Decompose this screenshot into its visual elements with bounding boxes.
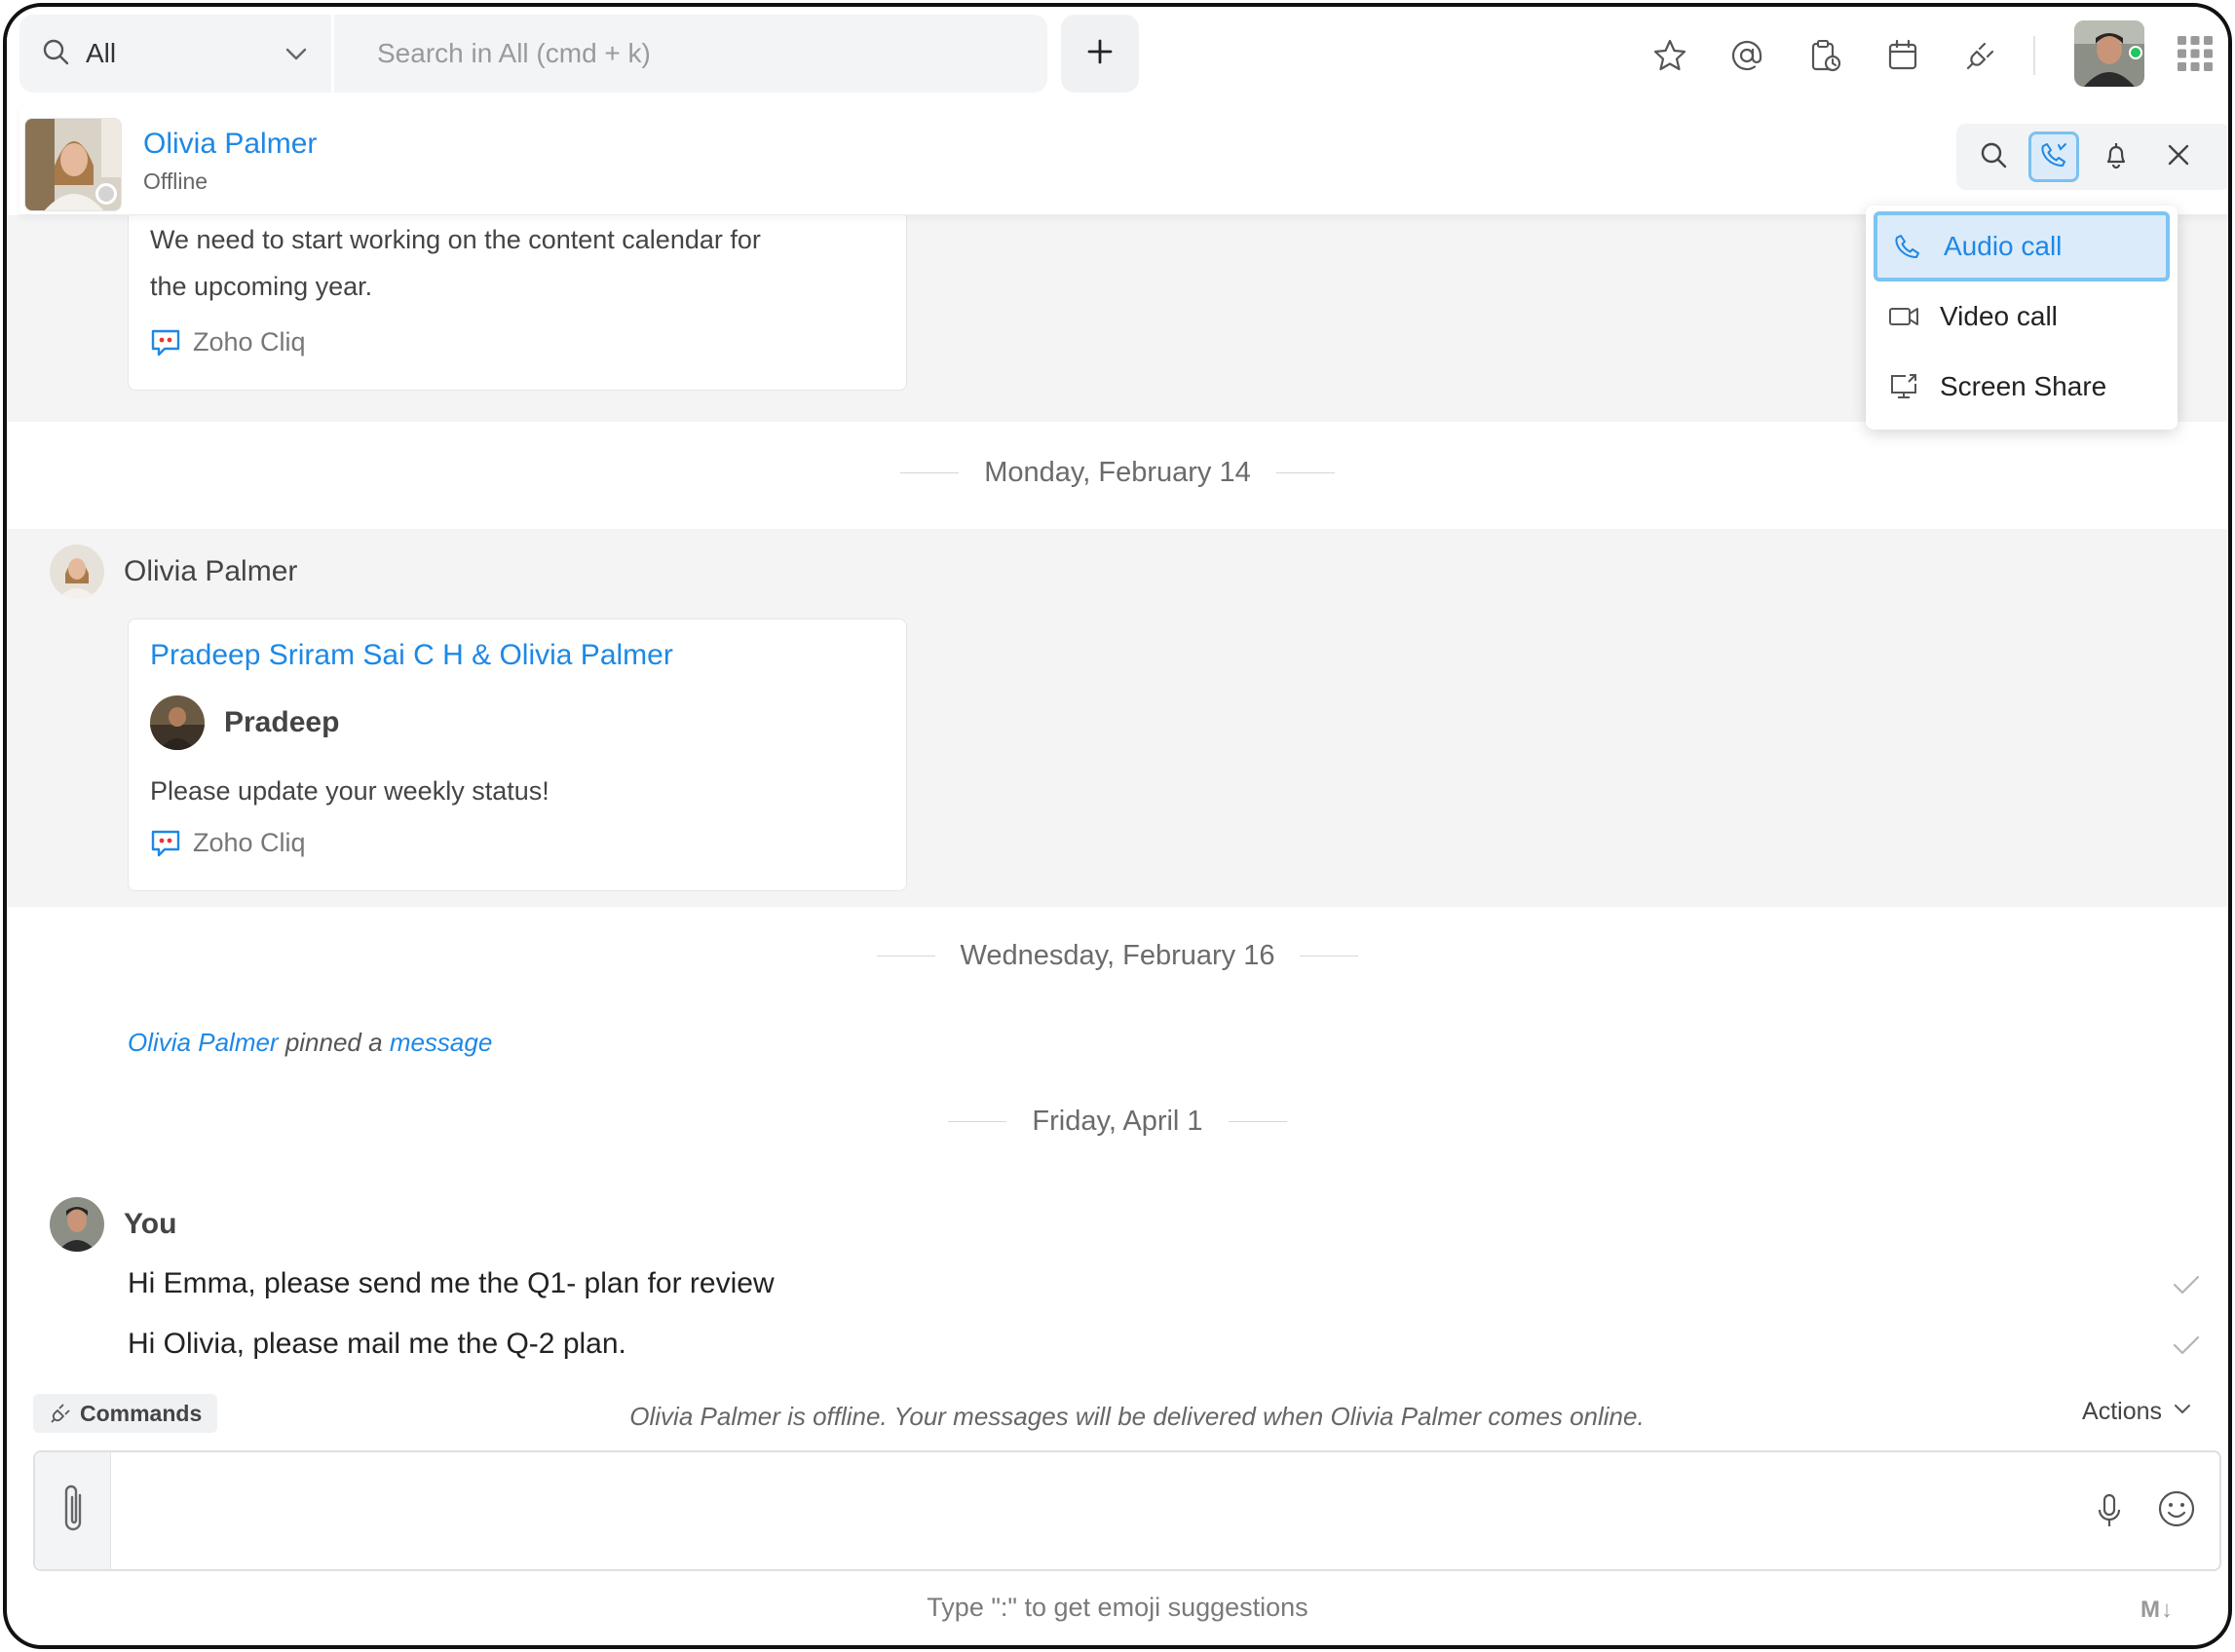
emoji-icon[interactable] [2155, 1487, 2198, 1535]
date-divider: Friday, April 1 [7, 1106, 2228, 1138]
menu-item-label: Video call [1940, 301, 2058, 331]
offline-notice: Olivia Palmer is offline. Your messages … [629, 1402, 1645, 1431]
sender-name[interactable]: Olivia Palmer [124, 555, 297, 588]
menu-item-label: Screen Share [1940, 371, 2107, 401]
chat-header-toolbar [1956, 124, 2228, 190]
zoho-cliq-logo-icon [150, 328, 181, 357]
phone-icon [1891, 230, 1924, 263]
menu-item-video-call[interactable]: Video call [1874, 282, 2170, 352]
sender-avatar [150, 695, 205, 750]
bell-icon [2102, 140, 2131, 174]
search-input[interactable] [377, 38, 962, 69]
card-inner-sender: Pradeep [150, 695, 339, 750]
new-item-button[interactable] [1061, 15, 1139, 93]
call-button[interactable] [2028, 131, 2079, 182]
paperclip-icon [57, 1482, 90, 1541]
message-source: Zoho Cliq [150, 828, 306, 858]
phone-icon [2039, 140, 2068, 174]
date-label: Wednesday, February 16 [960, 940, 1275, 971]
microphone-icon[interactable] [2093, 1491, 2126, 1535]
offline-presence-dot [95, 183, 117, 205]
delivered-check-icon [2172, 1273, 2201, 1301]
app-window: All Search in All (cmd + k) Olivia Palme… [3, 3, 2232, 1649]
delivered-check-icon [2172, 1333, 2201, 1362]
card-text-line: the upcoming year. [150, 272, 373, 301]
star-icon[interactable] [1650, 36, 1689, 75]
card-title-link[interactable]: Pradeep Sriram Sai C H & Olivia Palmer [150, 639, 673, 672]
date-divider: Monday, February 14 [7, 457, 2228, 489]
close-icon [2165, 141, 2192, 173]
chevron-down-icon [283, 40, 310, 72]
menu-item-screen-share[interactable]: Screen Share [1874, 352, 2170, 422]
integrations-plug-icon[interactable] [1961, 36, 2000, 75]
pin-actor-link[interactable]: Olivia Palmer [128, 1028, 279, 1057]
chat-header: Olivia Palmer Offline [19, 108, 2228, 215]
screen-share-icon [1887, 370, 1920, 403]
date-label: Friday, April 1 [1032, 1106, 1203, 1137]
emoji-hint: Type ":" to get emoji suggestions [927, 1593, 1308, 1622]
zoho-cliq-logo-icon [150, 829, 181, 858]
video-icon [1887, 300, 1920, 333]
menu-item-label: Audio call [1944, 231, 2063, 261]
call-options-menu: Audio call Video call Screen Share [1866, 206, 2178, 430]
plus-icon [1085, 37, 1115, 71]
search-icon [1979, 140, 2008, 174]
sender-avatar[interactable] [50, 544, 104, 599]
contact-avatar[interactable] [24, 118, 122, 211]
sender-name: Pradeep [224, 706, 340, 738]
message-text[interactable]: Hi Olivia, please mail me the Q-2 plan. [128, 1328, 626, 1361]
card-text-line: Please update your weekly status! [150, 776, 549, 806]
date-divider: Wednesday, February 16 [7, 940, 2228, 972]
message-sender: Olivia Palmer [50, 544, 297, 599]
forwarded-message-card[interactable]: We need to start working on the content … [128, 196, 907, 391]
message-source-label: Zoho Cliq [193, 327, 306, 357]
message-sender: You [50, 1197, 176, 1252]
close-chat-button[interactable] [2153, 131, 2204, 182]
contact-name[interactable]: Olivia Palmer [143, 128, 317, 161]
at-mention-icon[interactable] [1727, 36, 1766, 75]
message-source-label: Zoho Cliq [193, 828, 306, 857]
search-scope-label: All [86, 38, 117, 68]
menu-item-audio-call[interactable]: Audio call [1874, 211, 2170, 282]
notifications-button[interactable] [2091, 131, 2141, 182]
date-label: Monday, February 14 [984, 457, 1251, 488]
markdown-toggle[interactable]: M↓ [2140, 1596, 2174, 1624]
message-source: Zoho Cliq [150, 327, 306, 357]
contact-status: Offline [143, 169, 208, 194]
card-text-line: We need to start working on the content … [150, 225, 761, 254]
search-icon [41, 37, 70, 71]
search-scope-selector[interactable]: All [19, 15, 331, 93]
message-composer [33, 1450, 2221, 1571]
sender-avatar[interactable] [50, 1197, 104, 1252]
chat-search-button[interactable] [1968, 131, 2019, 182]
apps-grid-icon[interactable] [2176, 34, 2215, 73]
sender-name: You [124, 1208, 177, 1240]
actions-dropdown[interactable]: Actions [2082, 1398, 2193, 1426]
calendar-icon[interactable] [1883, 36, 1922, 75]
top-bar: All [7, 7, 2228, 104]
search-bar [334, 15, 1047, 93]
my-avatar[interactable] [2074, 20, 2144, 87]
pinned-message-link[interactable]: message [390, 1028, 493, 1057]
forwarded-message-card[interactable]: Pradeep Sriram Sai C H & Olivia Palmer P… [128, 619, 907, 891]
attach-button[interactable] [35, 1452, 111, 1569]
message-text[interactable]: Hi Emma, please send me the Q1- plan for… [128, 1267, 775, 1300]
pin-verb: pinned a [278, 1028, 390, 1057]
actions-label: Actions [2082, 1398, 2162, 1425]
message-input[interactable] [123, 1482, 2071, 1540]
reminder-icon[interactable] [1805, 36, 1844, 75]
pin-notice: Olivia Palmer pinned a message [128, 1028, 492, 1058]
chevron-down-icon [2172, 1398, 2193, 1426]
toolbar-divider [2033, 36, 2035, 75]
online-presence-dot [2129, 46, 2142, 59]
